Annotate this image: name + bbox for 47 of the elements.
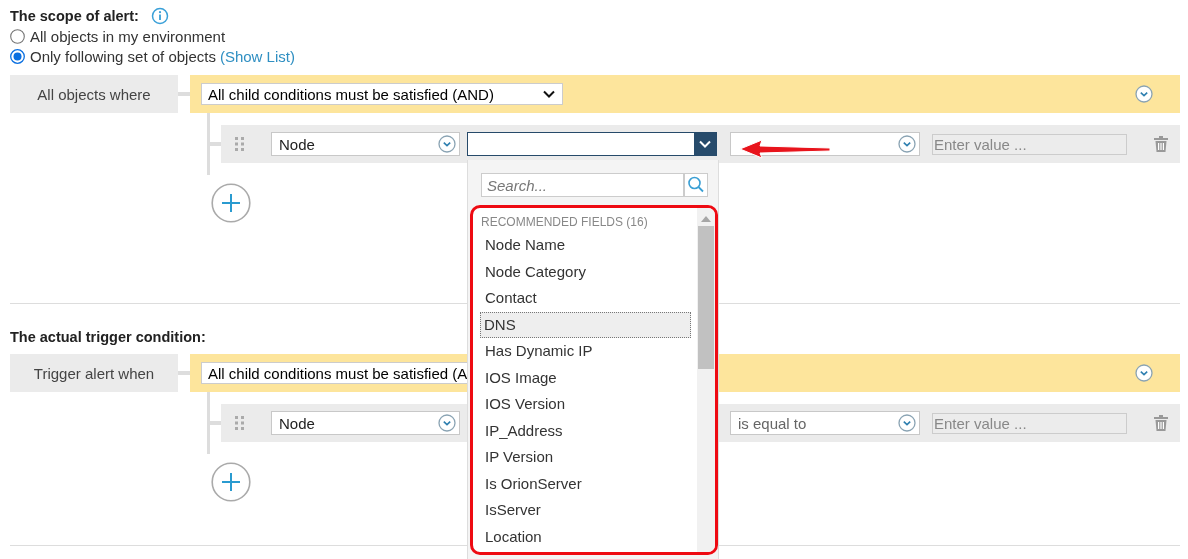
field-select[interactable] [467, 132, 717, 156]
search-icon[interactable] [684, 173, 708, 197]
add-condition-button[interactable] [211, 462, 251, 502]
add-condition-button[interactable] [211, 183, 251, 223]
field-option[interactable]: Contact [481, 285, 691, 312]
radio-button[interactable] [10, 28, 25, 44]
drag-handle-icon[interactable] [235, 137, 245, 151]
caret-icon[interactable] [542, 89, 556, 99]
block-label: Trigger alert when [10, 354, 178, 392]
field-option[interactable]: Has Dynamic IP [481, 338, 691, 365]
field-option[interactable]: IOS Version [481, 391, 691, 418]
scrollbar[interactable] [697, 208, 715, 552]
scroll-thumb[interactable] [698, 226, 714, 369]
collapse-icon[interactable] [1135, 364, 1153, 382]
field-option[interactable]: Is OrionServer [481, 470, 691, 497]
field-option[interactable]: IP Version [481, 444, 691, 471]
radio-button[interactable] [10, 48, 25, 64]
value-field[interactable]: Enter value ... [932, 133, 1127, 155]
operator-select[interactable]: All child conditions must be satisfied (AND) [201, 83, 563, 105]
trash-icon[interactable] [1154, 415, 1168, 431]
field-option[interactable]: IsServer [481, 497, 691, 524]
field-option[interactable]: DNS [480, 311, 691, 338]
field-option[interactable]: IP_Address [481, 417, 691, 444]
value-field[interactable]: Enter value ... [932, 412, 1127, 434]
object-select[interactable]: Node [271, 132, 460, 156]
dropdown-icon[interactable] [898, 414, 916, 432]
trash-icon[interactable] [1154, 136, 1168, 152]
group-heading: RECOMMENDED FIELDS (16) [481, 214, 649, 231]
drag-handle-icon[interactable] [235, 416, 245, 430]
section-title: The scope of alert: [10, 8, 139, 24]
field-option[interactable]: Node Name [481, 232, 691, 259]
show-list-link[interactable]: (Show List) [219, 47, 295, 65]
dropdown-icon[interactable] [438, 135, 456, 153]
section-title: The actual trigger condition: [10, 329, 206, 345]
dropdown-icon[interactable] [898, 135, 916, 153]
scroll-up-icon[interactable] [701, 216, 711, 222]
collapse-icon[interactable] [1135, 85, 1153, 103]
comparison-select[interactable]: is equal to [730, 411, 920, 435]
field-option[interactable]: Location [481, 523, 691, 550]
info-icon[interactable] [150, 7, 169, 25]
radio-label: All objects in my environment [30, 27, 226, 45]
dropdown-icon[interactable] [438, 414, 456, 432]
search-field[interactable]: Search... [481, 173, 684, 197]
object-select[interactable]: Node [271, 411, 460, 435]
radio-label: Only following set of objects [30, 47, 216, 65]
block-label: All objects where [10, 75, 178, 113]
field-option[interactable]: Node Category [481, 258, 691, 285]
